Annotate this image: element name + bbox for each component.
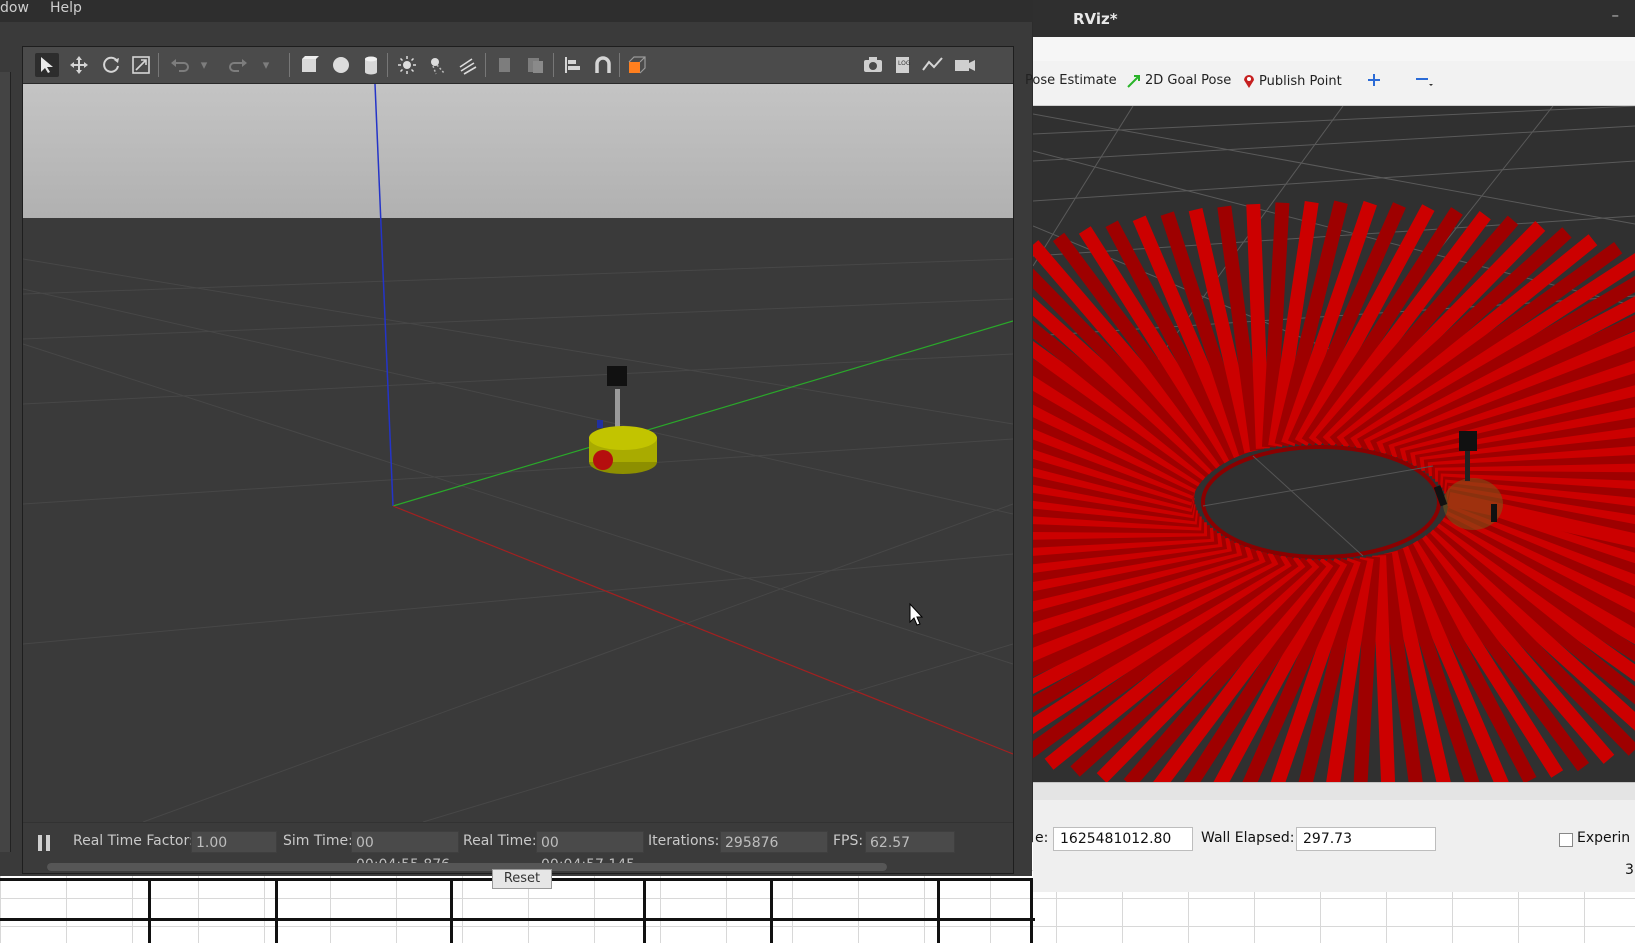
pause-button[interactable] — [35, 833, 55, 853]
sheet-border — [770, 880, 773, 943]
menubar: dow Help — [0, 0, 1035, 22]
status-horizontal-scrollbar[interactable] — [47, 863, 887, 871]
fps-counter: 3 — [1625, 862, 1634, 878]
sheet-border — [275, 880, 278, 943]
redo-dropdown-icon[interactable]: ▾ — [259, 53, 273, 77]
rviz-titlebar: RViz* – — [1033, 0, 1635, 37]
experimental-checkbox[interactable] — [1559, 833, 1573, 847]
minus-icon — [1416, 78, 1433, 86]
sheet-border — [0, 918, 1035, 921]
publish-point-tool[interactable]: Publish Point — [1243, 73, 1342, 89]
sim-time-label: Sim Time: — [283, 833, 353, 849]
pose-estimate-tool[interactable]: Pose Estimate — [1025, 73, 1117, 88]
record-video-icon[interactable] — [953, 53, 977, 77]
window-title: RViz* — [1073, 10, 1118, 28]
gazebo-scene — [23, 84, 1013, 822]
scrollbar-thumb[interactable] — [47, 863, 887, 871]
scale-icon[interactable] — [129, 53, 153, 77]
real-time-factor-value: 1.00 — [191, 831, 277, 853]
rviz-scene — [1033, 106, 1635, 782]
ring-inner-hole — [1201, 445, 1441, 559]
translate-icon[interactable] — [67, 53, 91, 77]
sheet-border — [937, 880, 940, 943]
toolbar-separator — [387, 53, 388, 77]
gazebo-toolbar: ▾ ▾ LOG — [23, 47, 1013, 84]
toolbar-separator — [619, 53, 620, 77]
wall-elapsed-label: Wall Elapsed: — [1201, 830, 1295, 846]
rviz-3d-view[interactable] — [1033, 106, 1635, 782]
ground-plane — [23, 218, 1013, 822]
plus-icon — [1368, 74, 1380, 86]
pose-arrow — [1246, 203, 1270, 449]
sheet-border — [148, 880, 151, 943]
select-arrow-icon[interactable] — [35, 53, 59, 77]
left-dock-panel[interactable] — [0, 72, 11, 852]
wall-elapsed-field: 297.73 — [1296, 827, 1436, 851]
sky — [23, 84, 1013, 222]
log-icon[interactable]: LOG — [891, 53, 915, 77]
rotate-icon[interactable] — [99, 53, 123, 77]
iterations-label: Iterations: — [648, 833, 720, 849]
sphere-shape-icon[interactable] — [329, 53, 353, 77]
rviz-menubar — [1033, 37, 1635, 61]
copy-icon[interactable] — [493, 53, 517, 77]
box-shape-icon[interactable] — [297, 53, 321, 77]
real-time-factor-label: Real Time Factor: — [73, 833, 194, 849]
menu-window[interactable]: dow — [0, 0, 29, 16]
gazebo-status-bar: Real Time Factor: 1.00 Sim Time: 00 00:0… — [23, 823, 1013, 873]
cylinder-shape-icon[interactable] — [359, 53, 383, 77]
view-angle-icon[interactable] — [625, 53, 649, 77]
toolbar-separator — [485, 53, 486, 77]
menu-help[interactable]: Help — [50, 0, 82, 16]
sim-time-value: 00 00:04:55.876 — [351, 831, 459, 873]
pose-estimate-label: Pose Estimate — [1025, 73, 1117, 88]
add-tool-button[interactable] — [1367, 73, 1381, 87]
map-pin-icon — [1244, 75, 1254, 88]
gazebo-render-frame: ▾ ▾ LOG Real Time Factor: 1.00 Sim Time:… — [22, 46, 1014, 874]
reset-button[interactable]: Reset — [492, 869, 552, 889]
remove-tool-button[interactable] — [1415, 73, 1433, 87]
real-time-label: Real Time: — [463, 833, 537, 849]
sheet-border — [450, 880, 453, 943]
undo-dropdown-icon[interactable]: ▾ — [197, 53, 211, 77]
ros-time-field: 1625481012.80 — [1053, 827, 1193, 851]
point-light-icon[interactable] — [395, 53, 419, 77]
gazebo-window: ▾ ▾ LOG Real Time Factor: 1.00 Sim Time:… — [0, 22, 1032, 876]
sheet-border — [643, 880, 646, 943]
publish-point-label: Publish Point — [1259, 73, 1342, 89]
toolbar-separator — [158, 53, 159, 77]
toolbar-separator — [289, 53, 290, 77]
pose-arrow — [1372, 555, 1396, 782]
redo-icon[interactable] — [227, 53, 251, 77]
rviz-window: RViz* – Pose Estimate 2D Goal Pose Publi… — [1025, 0, 1635, 892]
iterations-value: 295876 — [720, 831, 828, 853]
snap-magnet-icon[interactable] — [591, 53, 615, 77]
fps-value: 62.57 — [865, 831, 955, 853]
fps-label: FPS: — [833, 833, 864, 849]
paste-icon[interactable] — [523, 53, 547, 77]
gazebo-3d-viewport[interactable] — [23, 84, 1013, 822]
goal-pose-arrow-icon — [1127, 74, 1140, 88]
toolbar-separator — [553, 53, 554, 77]
ros-time-label: e: — [1035, 830, 1049, 846]
svg-text:LOG: LOG — [898, 60, 911, 67]
real-time-value: 00 00:04:57.145 — [536, 831, 644, 873]
spot-light-icon[interactable] — [425, 53, 449, 77]
rviz-toolbar: Pose Estimate 2D Goal Pose Publish Point — [1025, 61, 1635, 106]
rviz-time-panel: e: 1625481012.80 Wall Elapsed: 297.73 Ex… — [1033, 800, 1635, 892]
goal-pose-tool[interactable]: 2D Goal Pose — [1127, 73, 1231, 88]
plot-icon[interactable] — [921, 53, 945, 77]
minimize-button[interactable]: – — [1612, 6, 1620, 24]
align-icon[interactable] — [561, 53, 585, 77]
undo-icon[interactable] — [167, 53, 191, 77]
panel-splitter[interactable] — [1033, 782, 1635, 801]
directional-light-icon[interactable] — [455, 53, 479, 77]
goal-pose-label: 2D Goal Pose — [1145, 73, 1232, 88]
experimental-label: Experin — [1577, 830, 1631, 846]
screenshot-icon[interactable] — [861, 53, 885, 77]
